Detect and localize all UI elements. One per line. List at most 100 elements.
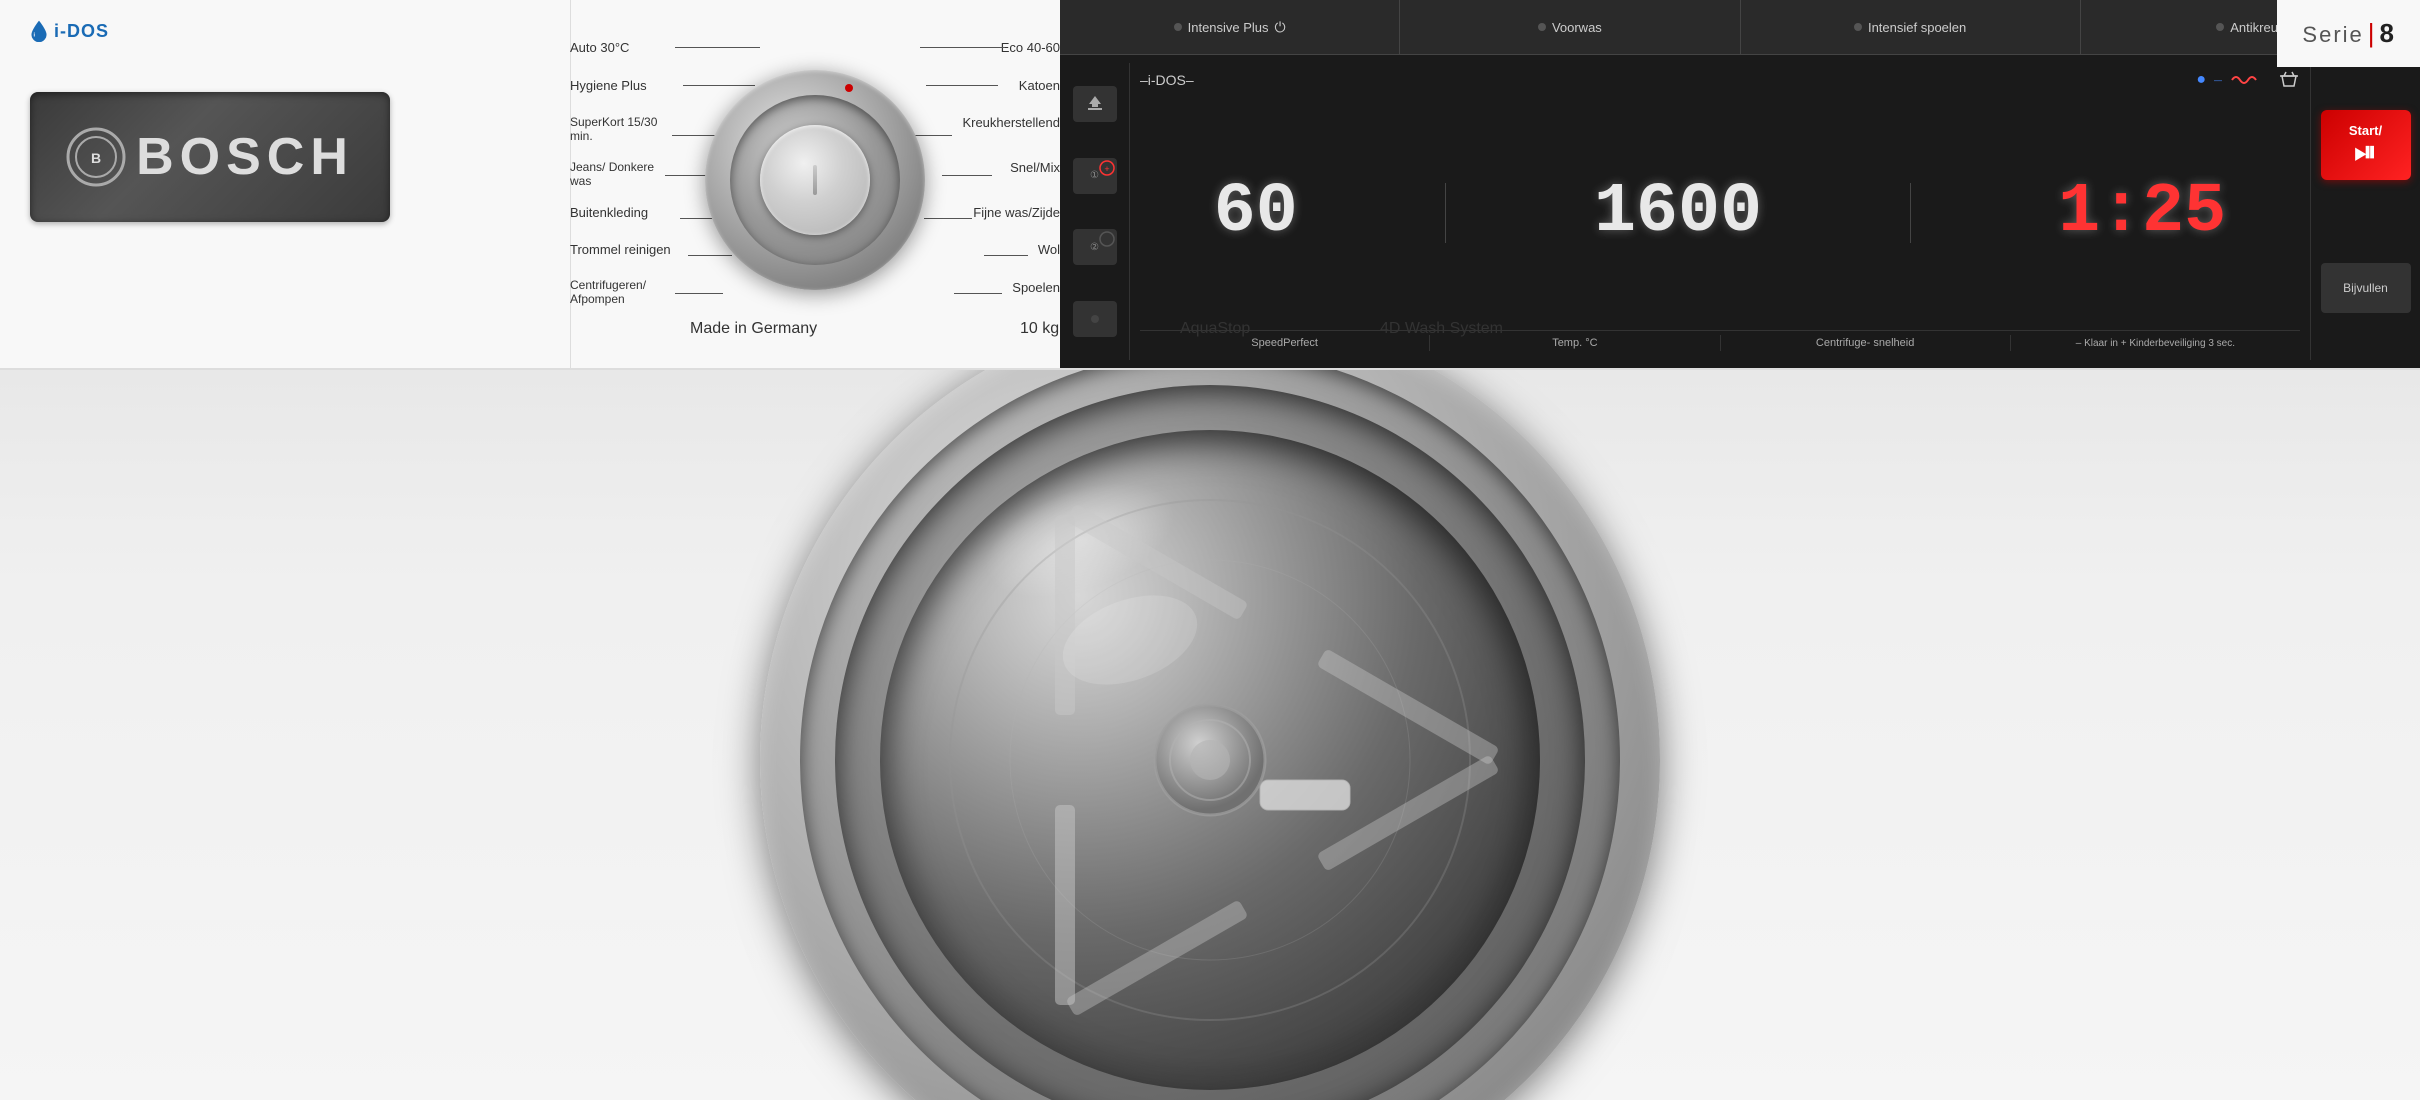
basket-icon bbox=[2278, 70, 2300, 90]
time-value: 1:25 bbox=[2058, 173, 2226, 252]
display-area: ① + ② bbox=[1060, 55, 2420, 368]
idos-text: i-DOS bbox=[54, 21, 109, 42]
spin-speed-value: 1600 bbox=[1594, 173, 1762, 252]
bijvullen-button[interactable]: Bijvullen bbox=[2321, 263, 2411, 313]
icon-indicators: ● — bbox=[2196, 70, 2300, 90]
machine-top-panel: i i-DOS B BOSCH Auto 30°C Hygiene Plus S… bbox=[0, 0, 2420, 370]
svg-text:B: B bbox=[91, 150, 101, 166]
spin-speed-label: Centrifuge- snelheid bbox=[1816, 337, 1914, 349]
spin-speed-display: 1600 bbox=[1594, 178, 1762, 248]
display-numbers-row: 60 1600 1:25 bbox=[1140, 96, 2300, 330]
wash-system-label: 4D Wash System bbox=[1380, 320, 1503, 338]
spin-speed-button[interactable]: Centrifuge- snelheid bbox=[1721, 335, 2011, 351]
dial-center-knob bbox=[760, 125, 870, 235]
program-trommel: Trommel reinigen bbox=[570, 242, 671, 257]
dial-position-marker bbox=[813, 165, 817, 195]
connector-centri bbox=[675, 293, 723, 294]
program-snel: Snel/Mix bbox=[1010, 160, 1060, 175]
middle-panel: Auto 30°C Hygiene Plus SuperKort 15/30 m… bbox=[570, 0, 1060, 368]
program-jeans: Jeans/ Donkere was bbox=[570, 160, 660, 188]
blue-dash-icon: — bbox=[2214, 76, 2222, 85]
drum-ring-2 bbox=[800, 370, 1620, 1100]
bosch-logo-box: B BOSCH bbox=[30, 92, 390, 222]
program-eco4060: Eco 40-60 bbox=[1001, 40, 1060, 55]
idos-button-2[interactable]: ② bbox=[1073, 229, 1117, 265]
program-katoen: Katoen bbox=[1019, 78, 1060, 93]
serie-bar-icon: | bbox=[2368, 18, 2376, 48]
temperature-label: Temp. °C bbox=[1552, 337, 1597, 349]
display-separator-1 bbox=[1445, 183, 1446, 243]
intensive-plus-button[interactable]: Intensive Plus ⏻ bbox=[1060, 0, 1400, 54]
temperature-value: 60 bbox=[1214, 173, 1298, 252]
connector-katoen bbox=[926, 85, 998, 86]
program-auto30: Auto 30°C bbox=[570, 40, 629, 55]
display-separator-2 bbox=[1910, 183, 1911, 243]
capacity-label: 10 kg bbox=[1020, 320, 1059, 338]
start-button[interactable]: Start/ ⏯ bbox=[2321, 110, 2411, 180]
program-buiten: Buitenkleding bbox=[570, 205, 648, 220]
program-fijne: Fijne was/Zijde bbox=[973, 205, 1060, 220]
dial-red-indicator bbox=[845, 84, 853, 92]
small-indicator-btn[interactable] bbox=[1073, 301, 1117, 337]
drum-door bbox=[760, 370, 1660, 1100]
idos-button-1[interactable]: ① + bbox=[1073, 158, 1117, 194]
intensief-label: Intensief spoelen bbox=[1868, 20, 1966, 35]
settings-icon bbox=[1099, 231, 1115, 247]
made-in-germany-label: Made in Germany bbox=[690, 320, 817, 338]
blue-circle-icon: ● bbox=[2196, 71, 2206, 89]
upload-icon bbox=[1085, 94, 1105, 114]
idos-display-label: –i-DOS– bbox=[1140, 72, 1194, 88]
antikreuk-label: Antikreuk bbox=[2230, 20, 2284, 35]
connector-auto bbox=[675, 47, 760, 48]
connector-spoelen bbox=[954, 293, 1002, 294]
idos-badge: i i-DOS bbox=[30, 20, 109, 42]
intensive-plus-indicator bbox=[1174, 23, 1182, 31]
right-action-buttons: Start/ ⏯ Bijvullen bbox=[2310, 63, 2420, 360]
connector-fijne bbox=[924, 218, 972, 219]
wave-icon bbox=[2230, 72, 2270, 88]
dial-outer-ring bbox=[705, 70, 925, 290]
idos-icon-1: + bbox=[1099, 160, 1115, 176]
aquastop-label: AquaStop bbox=[1180, 320, 1250, 338]
drum-outer-ring bbox=[760, 370, 1660, 1100]
drum-ring-3 bbox=[835, 385, 1585, 1100]
program-kreuk: Kreukherstellend bbox=[962, 115, 1060, 130]
program-dial[interactable] bbox=[705, 70, 925, 290]
connector-wol bbox=[984, 255, 1028, 256]
bosch-brand-name: BOSCH bbox=[136, 127, 354, 187]
program-hygiene-plus: Hygiene Plus bbox=[570, 78, 647, 93]
water-drop-icon: i bbox=[30, 20, 48, 42]
time-display: 1:25 bbox=[2058, 178, 2226, 248]
voorwas-label: Voorwas bbox=[1552, 20, 1602, 35]
drum-glass-window[interactable] bbox=[880, 430, 1540, 1090]
top-function-buttons: Intensive Plus ⏻ Voorwas Intensief spoel… bbox=[1060, 0, 2420, 55]
klaar-in-label: – Klaar in + Kinderbeveiliging 3 sec. bbox=[2076, 338, 2235, 349]
connector-eco bbox=[920, 47, 1005, 48]
intensief-indicator bbox=[1854, 23, 1862, 31]
speedperfect-label: SpeedPerfect bbox=[1251, 337, 1318, 349]
serie-badge: Serie|8 bbox=[2277, 0, 2420, 67]
program-wol: Wol bbox=[1038, 242, 1060, 257]
voorwas-button[interactable]: Voorwas bbox=[1400, 0, 1740, 54]
machine-bottom-panel bbox=[0, 370, 2420, 1100]
svg-text:+: + bbox=[1104, 164, 1109, 174]
voorwas-indicator bbox=[1538, 23, 1546, 31]
bijvullen-label: Bijvullen bbox=[2343, 281, 2388, 295]
serie-label: Serie bbox=[2302, 22, 2363, 47]
digital-display: –i-DOS– ● — bbox=[1130, 63, 2310, 360]
klaar-in-button[interactable]: – Klaar in + Kinderbeveiliging 3 sec. bbox=[2011, 335, 2300, 351]
play-pause-icon: ⏯ bbox=[2354, 138, 2376, 166]
program-centri: Centrifugeren/ Afpompen bbox=[570, 278, 660, 306]
display-top-row: –i-DOS– ● — bbox=[1140, 68, 2300, 92]
connector-snel bbox=[942, 175, 992, 176]
antikreuk-indicator bbox=[2216, 23, 2224, 31]
bosch-circle-logo-icon: B bbox=[66, 127, 126, 187]
upload-button[interactable] bbox=[1073, 86, 1117, 122]
left-panel: i i-DOS B BOSCH bbox=[0, 0, 570, 368]
intensief-spoelen-button[interactable]: Intensief spoelen bbox=[1741, 0, 2081, 54]
program-superkort: SuperKort 15/30 min. bbox=[570, 115, 660, 143]
intensive-plus-label: Intensive Plus bbox=[1188, 20, 1269, 35]
power-icon: ⏻ bbox=[1275, 19, 1286, 36]
control-panel: Serie|8 Intensive Plus ⏻ Voorwas Intensi… bbox=[1060, 0, 2420, 368]
drum-interior-svg bbox=[910, 460, 1510, 1060]
